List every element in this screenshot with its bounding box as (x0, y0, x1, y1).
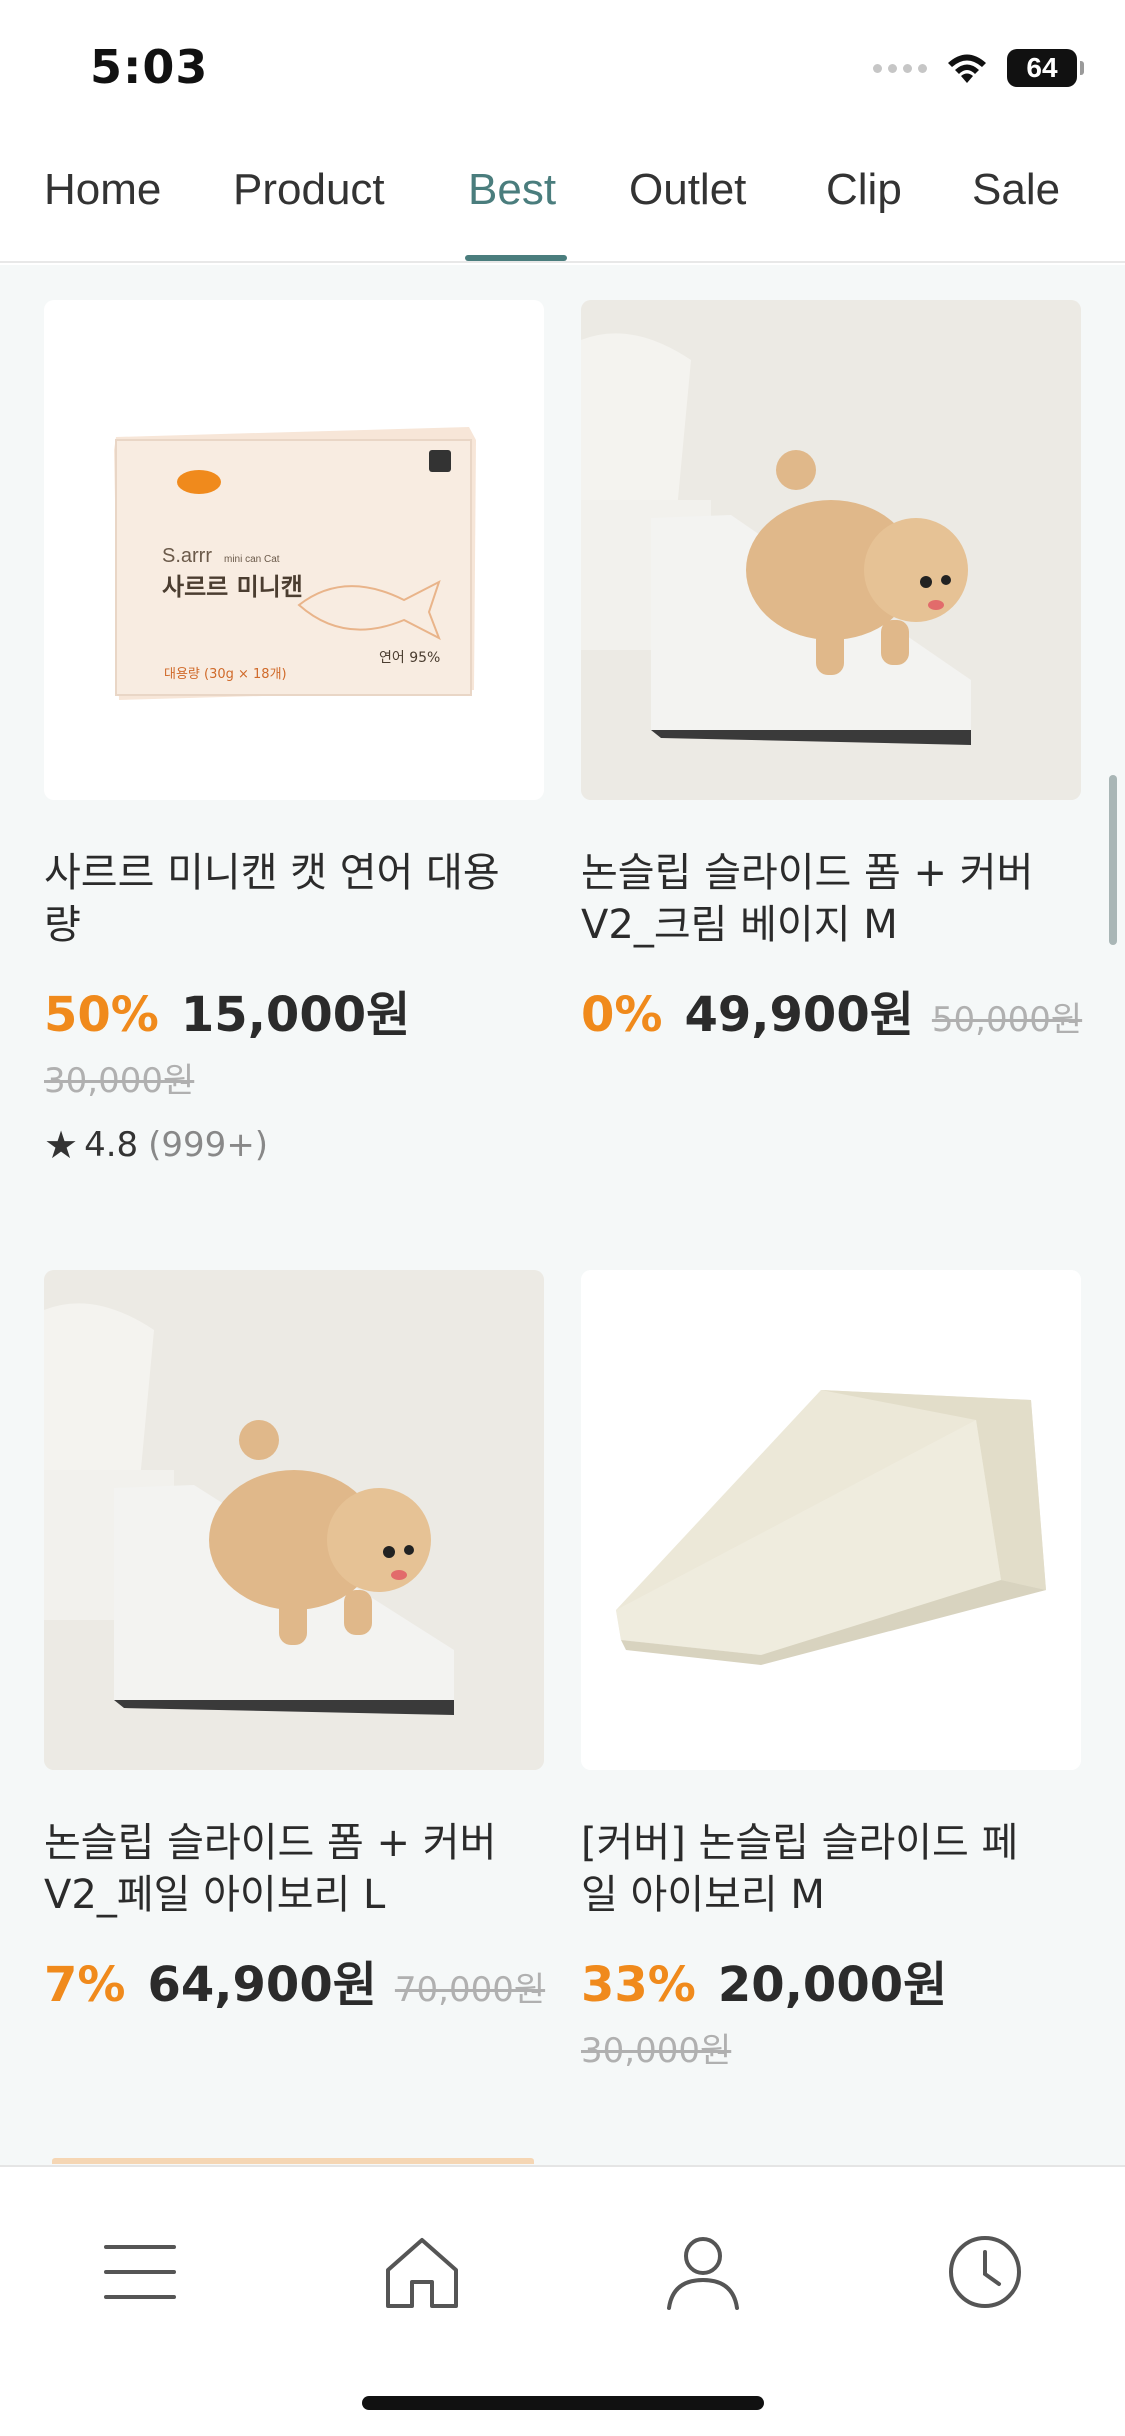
wifi-icon (948, 54, 986, 83)
rating-score: 4.8 (84, 1125, 139, 1165)
clock-icon (949, 2236, 1021, 2308)
profile-icon (667, 2237, 739, 2310)
package-brand: S.arrr (162, 545, 212, 567)
package-flavor: 연어 95% (379, 650, 440, 666)
product-card[interactable] (581, 1270, 1081, 1770)
package-name: 사르르 미니캔 (162, 573, 303, 601)
discount-rate: 50% (44, 987, 159, 1043)
original-price: 50,000원 (931, 1000, 1083, 1040)
star-icon: ★ (44, 1123, 79, 1167)
package-sub: mini can Cat (224, 554, 280, 565)
price-row: 33% 20,000원 (581, 1945, 965, 2015)
product-card[interactable] (44, 1270, 544, 1770)
sale-price: 49,900원 (684, 987, 914, 1043)
status-time: 5:03 (90, 40, 209, 94)
sale-price: 15,000원 (180, 987, 411, 1043)
product-card[interactable] (581, 300, 1081, 800)
package-size: 대용량 (30g × 18개) (164, 667, 287, 682)
price-row: 0% 49,900원 50,000원 (581, 975, 1082, 1045)
product-image[interactable] (581, 300, 1081, 800)
profile-button[interactable] (648, 2217, 758, 2327)
original-price: 70,000원 (394, 1970, 546, 2010)
original-price: 30,000원 (44, 1061, 195, 1101)
status-icons: 64 (873, 48, 1084, 88)
original-price: 30,000원 (581, 2031, 732, 2071)
sale-price: 20,000원 (717, 1957, 948, 2013)
menu-button[interactable] (85, 2217, 195, 2327)
scrollbar[interactable] (1109, 775, 1117, 945)
battery-icon: 64 (1007, 49, 1084, 87)
tab-sale[interactable]: Sale (972, 165, 1060, 215)
home-icon (386, 2238, 458, 2308)
product-image[interactable] (581, 1270, 1081, 1770)
tab-best[interactable]: Best (468, 165, 556, 215)
tab-clip[interactable]: Clip (826, 165, 902, 215)
product-title[interactable]: 논슬립 슬라이드 폼 + 커버 V2_크림 베이지 M (581, 847, 1091, 951)
product-card[interactable]: S.arrr mini can Cat 사르르 미니캔 대용량 (30g × 1… (44, 300, 544, 800)
dog-on-ramp-illustration (44, 1270, 544, 1770)
battery-level: 64 (1026, 52, 1058, 83)
top-nav: Home Product Best Outlet Clip Sale (0, 135, 1125, 263)
active-tab-indicator (465, 255, 567, 261)
menu-icon (104, 2245, 176, 2299)
status-bar: 5:03 64 (0, 0, 1125, 135)
sale-price: 64,900원 (147, 1957, 377, 2013)
dog-on-ramp-illustration (581, 300, 1081, 800)
rating: ★ 4.8 (999+) (44, 1123, 268, 1167)
home-indicator[interactable] (362, 2396, 764, 2410)
price-row: 50% 15,000원 (44, 975, 428, 1045)
review-count: (999+) (148, 1125, 269, 1165)
discount-rate: 33% (581, 1957, 696, 2013)
ramp-cover-illustration (581, 1270, 1081, 1770)
signal-dots-icon (873, 63, 927, 73)
product-image[interactable]: S.arrr mini can Cat 사르르 미니캔 대용량 (30g × 1… (44, 300, 544, 800)
product-image[interactable] (44, 1270, 544, 1770)
product-title[interactable]: 사르르 미니캔 캣 연어 대용 량 (44, 847, 554, 951)
discount-rate: 7% (44, 1957, 126, 2013)
product-title[interactable]: [커버] 논슬립 슬라이드 페 일 아이보리 M (581, 1817, 1091, 1921)
discount-rate: 0% (581, 987, 663, 1043)
tab-outlet[interactable]: Outlet (629, 165, 746, 215)
price-row: 7% 64,900원 70,000원 (44, 1945, 545, 2015)
home-button[interactable] (367, 2217, 477, 2327)
product-box-illustration: S.arrr mini can Cat 사르르 미니캔 대용량 (30g × 1… (114, 427, 476, 700)
next-card-edge (52, 2158, 534, 2164)
tab-home[interactable]: Home (44, 165, 161, 215)
product-title[interactable]: 논슬립 슬라이드 폼 + 커버 V2_페일 아이보리 L (44, 1817, 554, 1921)
recent-button[interactable] (930, 2217, 1040, 2327)
tab-product[interactable]: Product (233, 165, 385, 215)
product-grid: S.arrr mini can Cat 사르르 미니캔 대용량 (30g × 1… (0, 265, 1125, 2165)
